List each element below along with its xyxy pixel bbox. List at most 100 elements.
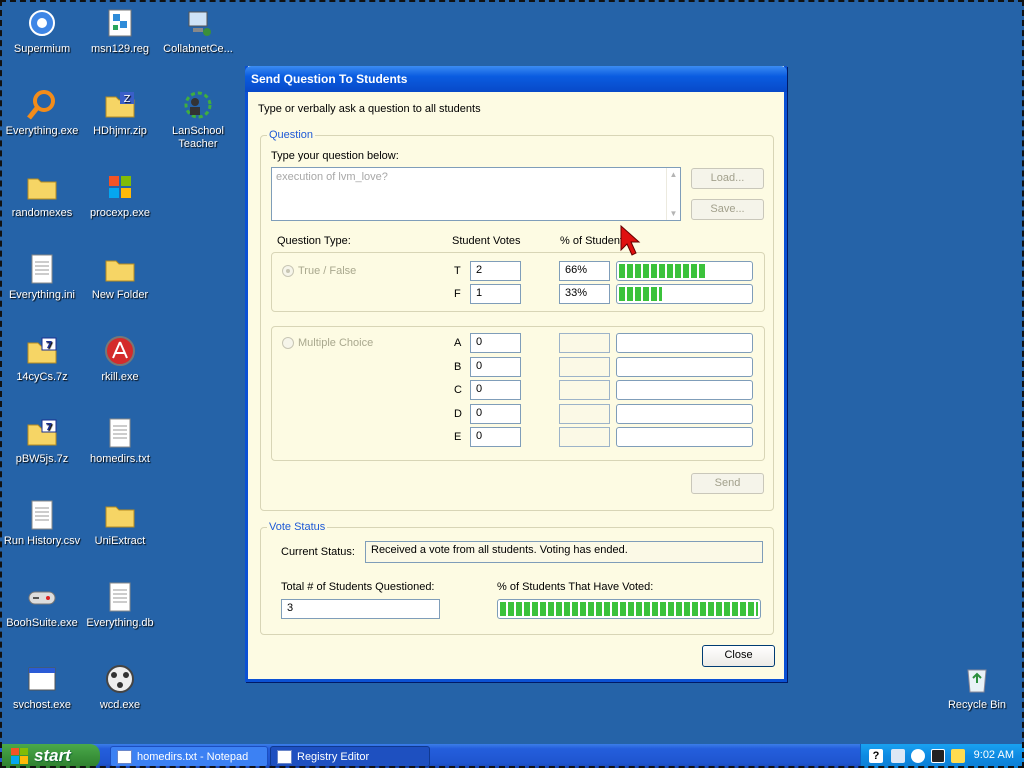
ini-file-icon — [25, 252, 59, 286]
mc-percent-field — [559, 333, 610, 353]
scroll-up-icon[interactable]: ▲ — [667, 170, 680, 179]
mc-choice-key: C — [454, 384, 462, 396]
desktop-icon-label: homedirs.txt — [90, 453, 150, 465]
desktop-icon-label: CollabnetCe... — [163, 43, 233, 55]
close-button[interactable]: Close — [702, 645, 775, 667]
tf-progress-fill — [619, 287, 663, 301]
current-status-field: Received a vote from all students. Votin… — [365, 541, 763, 563]
mc-percent-field — [559, 403, 610, 424]
start-button[interactable]: start — [2, 744, 100, 768]
tf-choice-key: T — [454, 265, 461, 277]
desktop-icon[interactable]: wcd.exe — [80, 662, 160, 732]
multiple-choice-label: Multiple Choice — [298, 337, 374, 349]
save-button[interactable]: Save... — [691, 199, 764, 220]
instructions-text: Type or verbally ask a question to all s… — [258, 103, 481, 115]
desktop-icon[interactable]: 7 14cyCs.7z — [2, 334, 82, 404]
voted-progress-bar — [497, 599, 761, 619]
windows-flag-icon — [11, 748, 28, 764]
rkill-icon — [103, 334, 137, 368]
radio-indicator — [282, 337, 294, 349]
desktop-icon-label: procexp.exe — [90, 207, 150, 219]
desktop-icon[interactable]: 7 pBW5js.7z — [2, 416, 82, 486]
desktop-icon-label: svchost.exe — [12, 699, 72, 711]
question-text: execution of lvm_love? — [276, 171, 388, 183]
browser-icon[interactable] — [911, 749, 925, 763]
vote-status-group: Vote Status Current Status: Received a v… — [260, 521, 774, 635]
student-votes-header: Student Votes — [452, 235, 521, 247]
desktop-icon[interactable]: homedirs.txt — [80, 416, 160, 486]
mouse-cursor-icon — [620, 224, 641, 256]
desktop-icon-label: New Folder — [91, 289, 149, 301]
desktop-icon[interactable]: UniExtract — [80, 498, 160, 568]
desktop-icon[interactable]: msn129.reg — [80, 6, 160, 76]
window-app-icon — [25, 662, 59, 696]
mc-choice-key: B — [454, 360, 462, 373]
dialog-titlebar[interactable]: Send Question To Students — [245, 66, 787, 92]
network-computer-icon — [181, 6, 215, 40]
total-questioned-value: 3 — [287, 602, 294, 614]
desktop-icon[interactable]: randomexes — [2, 170, 82, 240]
desktop-icon[interactable]: svchost.exe — [2, 662, 82, 732]
send-question-dialog: Send Question To Students Type or verbal… — [245, 66, 787, 682]
desktop-icon-label: wcd.exe — [99, 699, 141, 711]
windows-logo-icon — [103, 170, 137, 204]
desktop-icon[interactable]: Everything.db — [80, 580, 160, 650]
magnifier-icon — [25, 88, 59, 122]
total-questioned-field: 3 — [281, 599, 440, 619]
desktop-icon-label: randomexes — [11, 207, 73, 219]
desktop-icon-label: Everything.exe — [5, 125, 79, 137]
radio-indicator — [282, 265, 294, 277]
notepad-icon — [117, 750, 132, 764]
desktop-icon-label: msn129.reg — [90, 43, 150, 55]
help-icon[interactable]: ? — [869, 749, 883, 763]
desktop-icon[interactable]: Z HDhjmr.zip — [80, 88, 160, 158]
lanschool-tray-icon[interactable] — [931, 749, 945, 763]
folder-icon — [103, 498, 137, 532]
desktop-icon-label: HDhjmr.zip — [93, 125, 147, 137]
mc-progress-bar — [616, 380, 753, 400]
taskbar-button[interactable]: homedirs.txt - Notepad — [110, 746, 268, 767]
registry-editor-icon — [277, 750, 292, 764]
svg-text:7: 7 — [46, 340, 53, 351]
desktop-icon[interactable]: rkill.exe — [80, 334, 160, 404]
mc-progress-bar — [616, 427, 753, 447]
network-icon[interactable] — [891, 749, 905, 763]
desktop-icon-label: Everything.ini — [8, 289, 76, 301]
film-reel-icon — [103, 662, 137, 696]
dialog-body: Type or verbally ask a question to all s… — [248, 92, 784, 682]
desktop-icon[interactable]: New Folder — [80, 252, 160, 322]
speaker-icon[interactable] — [951, 749, 965, 763]
multiple-choice-group: Multiple Choice A0B0C0D0E0 — [271, 326, 765, 461]
mc-votes-field: 0 — [470, 380, 521, 400]
question-textarea[interactable]: execution of lvm_love? ▲ ▼ — [271, 167, 681, 221]
scroll-down-icon[interactable]: ▼ — [667, 209, 680, 218]
true-false-radio[interactable]: True / False — [282, 265, 356, 277]
desktop-icon[interactable]: Run History.csv — [2, 498, 82, 568]
zip-folder-icon: Z — [103, 88, 137, 122]
tf-votes-field: 1 — [470, 284, 521, 304]
load-button[interactable]: Load... — [691, 168, 764, 189]
tf-progress-bar — [616, 261, 753, 281]
question-scrollbar[interactable]: ▲ ▼ — [666, 168, 680, 220]
csv-file-icon — [25, 498, 59, 532]
desktop-icon[interactable]: procexp.exe — [80, 170, 160, 240]
multiple-choice-radio[interactable]: Multiple Choice — [282, 337, 373, 349]
desktop-icon-label: Everything.db — [86, 617, 154, 629]
desktop-icon[interactable]: Supermium — [2, 6, 82, 76]
tf-percent-field: 66% — [559, 261, 610, 281]
desktop-icon[interactable]: Everything.ini — [2, 252, 82, 322]
desktop-icon[interactable]: Everything.exe — [2, 88, 82, 158]
desktop-icon[interactable]: BoohSuite.exe — [2, 580, 82, 650]
system-tray: ? 9:02 AM — [860, 744, 1024, 768]
desktop-icon[interactable]: Recycle Bin — [937, 662, 1017, 732]
tf-choice-key: F — [454, 288, 461, 300]
desktop-icon[interactable]: CollabnetCe... — [158, 6, 238, 76]
desktop-icon-label: 14cyCs.7z — [16, 371, 68, 383]
db-file-icon — [103, 580, 137, 614]
voted-progress-fill — [500, 602, 758, 616]
svg-text:Z: Z — [124, 94, 131, 105]
desktop-icon[interactable]: LanSchool Teacher — [158, 88, 238, 158]
mc-progress-bar — [616, 356, 753, 377]
taskbar-button[interactable]: Registry Editor — [270, 746, 430, 767]
send-button[interactable]: Send — [691, 473, 764, 494]
